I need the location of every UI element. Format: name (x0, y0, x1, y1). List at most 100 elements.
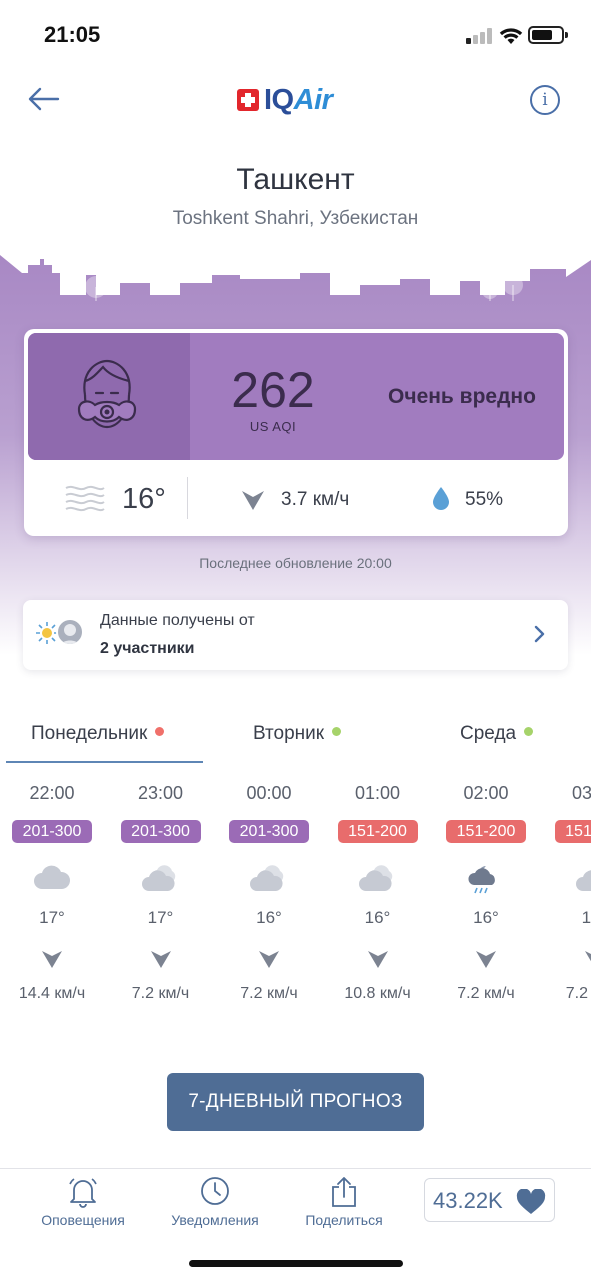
night-rain-icon (466, 863, 506, 894)
wind-direction-icon (150, 949, 172, 974)
hour-temp: 16° (581, 908, 591, 927)
nav-label: Поделиться (305, 1212, 383, 1228)
hour-column: 01:00 151-200 16° 10.8 км/ч (328, 780, 428, 1010)
hour-time: 02:00 (463, 783, 509, 803)
hour-time: 22:00 (29, 783, 75, 803)
iqair-logo: IQAir (237, 83, 333, 116)
arrow-left-icon (28, 87, 60, 111)
nav-share[interactable]: Поделиться (294, 1174, 394, 1234)
home-indicator (189, 1260, 403, 1267)
city-name: Ташкент (236, 163, 355, 196)
hour-wind: 14.4 км/ч (18, 985, 86, 1002)
bell-icon (69, 1178, 97, 1208)
nav-notifications[interactable]: Уведомления (160, 1174, 270, 1234)
hour-time: 23:00 (137, 783, 184, 803)
clock-icon (201, 1177, 229, 1205)
hour-temp: 16° (473, 908, 499, 927)
tab-wednesday[interactable]: Среда (460, 723, 534, 769)
likes-count: 43.22K (433, 1188, 503, 1213)
logo-air: Air (293, 83, 333, 116)
hour-column: 22:00 201-300 17° 14.4 км/ч (2, 780, 102, 1010)
aqi-value: 262 (231, 362, 315, 418)
tab-label: Вторник (253, 723, 325, 744)
wind-direction-icon (475, 949, 497, 974)
last-updated: Последнее обновление 20:00 (199, 555, 392, 571)
face-mask-icon (77, 359, 137, 429)
avatar (56, 618, 84, 646)
wind-direction-icon (258, 949, 280, 974)
bottom-divider (0, 1168, 591, 1169)
day-tabs: Понедельник Вторник Среда (0, 718, 591, 766)
battery-icon (528, 26, 568, 44)
tab-label: Понедельник (31, 723, 148, 744)
aqi-card: 262 US AQI Очень вредно 16° 3.7 км/ч 55% (24, 329, 568, 536)
temperature: 16° (122, 483, 166, 515)
wind-direction-icon (242, 491, 264, 510)
heart-icon (516, 1189, 546, 1214)
tab-underline (6, 761, 203, 763)
aqi-range-badge: 201-300 (12, 820, 92, 843)
hour-column: 02:00 151-200 16° 7.2 км/ч (436, 780, 536, 1010)
share-icon (332, 1177, 356, 1207)
wifi-icon (499, 28, 523, 44)
logo-iq: IQ (264, 83, 294, 116)
clouds-icon (575, 863, 591, 893)
hour-time: 01:00 (354, 783, 401, 803)
status-dot (524, 727, 534, 736)
chevron-right-icon (534, 625, 545, 643)
aqi-status: Очень вредно (388, 385, 536, 408)
status-bar: 21:05 (0, 0, 591, 70)
hour-wind: 7.2 км/ч (131, 985, 190, 1002)
wind-speed: 3.7 км/ч (281, 489, 350, 510)
clouds-icon (141, 863, 181, 893)
hour-wind: 10.8 км/ч (344, 985, 411, 1002)
hour-time: 00:00 (246, 783, 292, 803)
tab-label: Среда (460, 723, 517, 744)
hour-column: 23:00 201-300 17° 7.2 км/ч (111, 780, 211, 1010)
aqi-range-badge: 151-200 (446, 820, 526, 843)
humidity: 55% (465, 489, 504, 510)
region-name: Toshkent Shahri, Узбекистан (172, 208, 419, 229)
seven-day-forecast-button[interactable]: 7-ДНЕВНЫЙ ПРОГНОЗ (167, 1073, 424, 1131)
aqi-unit: US AQI (249, 419, 297, 434)
status-dot (332, 727, 342, 736)
clouds-icon (249, 863, 289, 893)
info-button[interactable]: i (530, 85, 560, 115)
hour-temp: 17° (147, 908, 174, 927)
nav-label: Оповещения (41, 1212, 125, 1228)
status-time: 21:05 (44, 22, 101, 47)
swiss-cross-icon (237, 89, 259, 111)
hour-column: 03:00 151-200 16° 7.2 км/ч (545, 780, 591, 1010)
humidity-drop-icon (433, 487, 449, 510)
hourly-forecast[interactable]: 22:00 201-300 17° 14.4 км/ч 23:00 201-300 17° 7… (0, 780, 591, 1010)
signal-icon (466, 28, 494, 44)
contributors-count: 2 участники (100, 640, 195, 657)
hour-column: 00:00 201-300 16° 7.2 км/ч (219, 780, 319, 1010)
clouds-icon (358, 863, 398, 893)
aqi-range-badge: 201-300 (229, 820, 309, 843)
wind-direction-icon (367, 949, 389, 974)
aqi-range-badge: 151-200 (337, 820, 418, 843)
hour-temp: 16° (364, 908, 391, 927)
nav-label: Уведомления (171, 1212, 259, 1228)
aqi-range-badge: 201-300 (120, 820, 201, 843)
fog-icon (65, 485, 105, 512)
divider (187, 477, 188, 519)
contributors-label: Данные получены от (100, 612, 255, 629)
aqi-range-badge: 151-200 (554, 820, 591, 843)
hour-wind: 7.2 км/ч (565, 985, 591, 1002)
tab-tuesday[interactable]: Вторник (253, 723, 342, 769)
hour-temp: 17° (39, 908, 65, 927)
cloud-icon (32, 863, 72, 893)
hour-wind: 7.2 км/ч (240, 985, 298, 1002)
aqi-panel: 262 US AQI Очень вредно (28, 333, 564, 460)
wind-direction-icon (584, 949, 591, 974)
status-dot (155, 727, 165, 736)
back-button[interactable] (26, 84, 62, 114)
likes-button[interactable]: 43.22K (424, 1178, 555, 1222)
nav-alerts[interactable]: Оповещения (30, 1174, 136, 1234)
weather-row: 16° 3.7 км/ч 55% (24, 467, 568, 533)
hour-wind: 7.2 км/ч (457, 985, 515, 1002)
face-box (28, 333, 190, 460)
contributors-card[interactable]: Данные получены от 2 участники (23, 600, 568, 670)
